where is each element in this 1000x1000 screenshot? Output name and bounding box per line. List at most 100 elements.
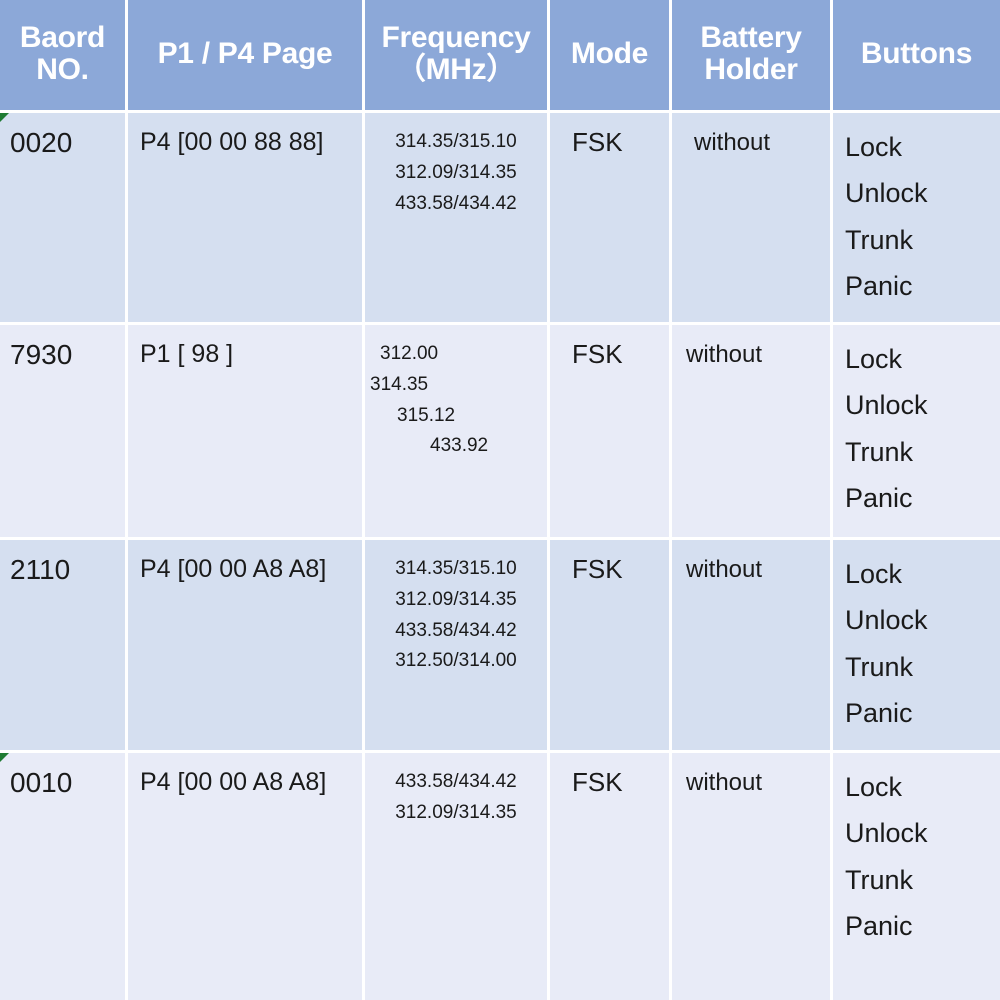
table-row: 0010 P4 [00 00 A8 A8] 433.58/434.42 312.09/… [0, 753, 1000, 1000]
column-header-mode: Mode [550, 0, 672, 113]
header-line-1: Baord [19, 20, 106, 54]
cell-battery-holder: without [672, 325, 833, 540]
page-value: P4 [00 00 A8 A8] [140, 768, 327, 796]
page-value: P4 [00 00 A8 A8] [140, 555, 327, 583]
cell-board-no: 2110 [0, 540, 128, 753]
buttons-list: Lock Unlock Trunk Panic [833, 325, 1000, 522]
frequency-list: 314.35/315.10 312.09/314.35 433.58/434.42 [365, 113, 547, 219]
cell-mode: FSK [550, 753, 672, 1000]
cell-page: P4 [00 00 A8 A8] [128, 540, 365, 753]
battery-holder-value: without [686, 341, 763, 368]
error-marker-icon [0, 753, 9, 762]
button-name: Lock [845, 559, 903, 589]
cell-frequency: 312.00 314.35 315.12 433.92 [365, 325, 550, 540]
mode-value: FSK [572, 339, 623, 369]
frequency-line: 315.12 [397, 404, 456, 426]
button-name: Panic [845, 698, 913, 729]
frequency-line: 314.35/315.10 [395, 558, 517, 579]
buttons-list: Lock Unlock Trunk Panic [833, 540, 1000, 737]
frequency-line: 312.50/314.00 [395, 650, 517, 672]
cell-frequency: 433.58/434.42 312.09/314.35 [365, 753, 550, 1000]
table-row: 2110 P4 [00 00 A8 A8] 314.35/315.10 312.09/… [0, 540, 1000, 753]
cell-buttons: Lock Unlock Trunk Panic [833, 540, 1000, 753]
column-header-buttons: Buttons [833, 0, 1000, 113]
cell-battery-holder: without [672, 113, 833, 325]
battery-holder-value: without [686, 556, 763, 583]
frequency-line: 433.58/434.42 [395, 619, 517, 641]
column-header-board-no: Baord NO. [0, 0, 128, 113]
button-name: Panic [845, 271, 913, 302]
frequency-line: 314.35/315.10 [395, 131, 517, 152]
column-header-frequency: Frequency （MHz） [365, 0, 550, 113]
board-no-value: 0010 [10, 767, 73, 798]
button-name: Trunk [845, 864, 914, 895]
column-header-battery-holder: Battery Holder [672, 0, 833, 113]
frequency-list: 314.35/315.10 312.09/314.35 433.58/434.42 3… [365, 540, 547, 677]
table-row: 7930 P1 [ 98 ] 312.00 314.35 315.12 433.92 FSK… [0, 325, 1000, 540]
cell-board-no: 7930 [0, 325, 128, 540]
page-value: P4 [00 00 88 88] [140, 128, 324, 156]
table-row: 0020 P4 [00 00 88 88] 314.35/315.10 312.09/… [0, 113, 1000, 325]
frequency-line: 312.09/314.35 [395, 161, 517, 183]
cell-page: P1 [ 98 ] [128, 325, 365, 540]
cell-buttons: Lock Unlock Trunk Panic [833, 325, 1000, 540]
cell-page: P4 [00 00 A8 A8] [128, 753, 365, 1000]
button-name: Unlock [845, 818, 928, 849]
cell-mode: FSK [550, 113, 672, 325]
buttons-list: Lock Unlock Trunk Panic [833, 753, 1000, 950]
header-line-1: Frequency [381, 20, 531, 54]
column-header-page: P1 / P4 Page [128, 0, 365, 113]
button-name: Lock [845, 772, 903, 802]
header-line-2: Holder [704, 53, 798, 86]
cell-mode: FSK [550, 540, 672, 753]
header-row: Baord NO. P1 / P4 Page Frequency （MHz） M… [0, 0, 1000, 113]
button-name: Trunk [845, 224, 914, 255]
frequency-line: 312.00 [380, 343, 439, 364]
cell-board-no: 0020 [0, 113, 128, 325]
frequency-line: 312.09/314.35 [395, 801, 517, 823]
frequency-list: 312.00 314.35 315.12 433.92 [365, 325, 547, 462]
frequency-line: 433.58/434.42 [395, 771, 517, 792]
mode-value: FSK [572, 127, 623, 157]
battery-holder-value: without [686, 769, 763, 796]
spreadsheet-table-image: Baord NO. P1 / P4 Page Frequency （MHz） M… [0, 0, 1000, 1000]
frequency-line: 433.92 [430, 435, 489, 457]
board-no-value: 7930 [10, 339, 73, 370]
table-header: Baord NO. P1 / P4 Page Frequency （MHz） M… [0, 0, 1000, 113]
button-name: Lock [845, 132, 903, 162]
board-no-value: 2110 [10, 554, 71, 585]
cell-battery-holder: without [672, 753, 833, 1000]
cell-frequency: 314.35/315.10 312.09/314.35 433.58/434.42 [365, 113, 550, 325]
cell-buttons: Lock Unlock Trunk Panic [833, 753, 1000, 1000]
frequency-line: 433.58/434.42 [395, 192, 517, 214]
frequency-line: 312.09/314.35 [395, 588, 517, 610]
header-line-1: Battery [700, 20, 802, 54]
frequency-line: 314.35 [370, 373, 429, 395]
button-name: Unlock [845, 605, 928, 636]
header-line-1: Buttons [860, 36, 973, 70]
button-name: Unlock [845, 178, 928, 209]
button-name: Trunk [845, 651, 914, 682]
mode-value: FSK [572, 767, 623, 797]
cell-mode: FSK [550, 325, 672, 540]
header-line-2: NO. [36, 53, 89, 86]
battery-holder-value: without [694, 129, 771, 156]
header-line-1: P1 / P4 Page [157, 36, 333, 70]
cell-frequency: 314.35/315.10 312.09/314.35 433.58/434.42 3… [365, 540, 550, 753]
error-marker-icon [0, 113, 9, 122]
header-line-1: Mode [570, 36, 649, 70]
buttons-list: Lock Unlock Trunk Panic [833, 113, 1000, 310]
button-name: Panic [845, 911, 913, 942]
board-no-value: 0020 [10, 127, 73, 158]
cell-board-no: 0010 [0, 753, 128, 1000]
table-body: 0020 P4 [00 00 88 88] 314.35/315.10 312.09/… [0, 113, 1000, 1000]
cell-buttons: Lock Unlock Trunk Panic [833, 113, 1000, 325]
button-name: Panic [845, 483, 913, 514]
cell-battery-holder: without [672, 540, 833, 753]
button-name: Trunk [845, 436, 914, 467]
board-spec-table: Baord NO. P1 / P4 Page Frequency （MHz） M… [0, 0, 1000, 1000]
cell-page: P4 [00 00 88 88] [128, 113, 365, 325]
page-value: P1 [ 98 ] [140, 340, 234, 368]
button-name: Unlock [845, 390, 928, 421]
mode-value: FSK [572, 554, 623, 584]
